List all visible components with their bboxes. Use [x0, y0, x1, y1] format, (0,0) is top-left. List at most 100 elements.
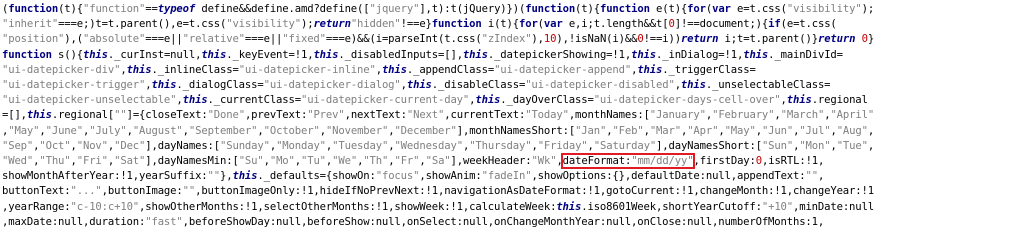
code-token: ],dayNames:[	[145, 139, 221, 152]
code-string: "relative"	[182, 33, 245, 46]
code-token: ._currentClass=	[207, 94, 302, 107]
code-string: "Fr"	[394, 155, 420, 167]
code-string: ""	[207, 170, 221, 183]
code-token: ,maxDate:null,duration:	[2, 215, 146, 228]
code-line: ,yearRange:"c-10:c+10",showOtherMonths:!…	[2, 200, 874, 215]
code-keyword: if	[768, 18, 781, 31]
code-token: ._curInst=null,	[107, 48, 202, 61]
code-string: "Thu"	[39, 155, 71, 167]
code-string: "ui-datepicker-inline"	[238, 63, 376, 76]
code-string: "Th"	[363, 155, 389, 167]
code-token: (t){	[575, 3, 600, 15]
code-token: buttonText:	[2, 185, 71, 198]
code-string: "Sun"	[761, 139, 794, 152]
code-string: "Wed"	[2, 155, 34, 167]
code-keyword: this	[786, 94, 812, 107]
code-token: ,showAnim:	[419, 170, 482, 183]
code-token: ,buttonImageOnly:!1,hideIfNoPrevNext:!1,…	[195, 185, 874, 198]
code-token: ,beforeShowDay:null,beforeShow:null,onSe…	[182, 215, 825, 228]
code-keyword: this	[313, 48, 339, 61]
code-keyword: this	[381, 63, 407, 76]
code-string: "focus"	[375, 170, 420, 183]
code-string: "ui-datepicker-append"	[494, 63, 632, 76]
code-token: ,	[817, 170, 825, 183]
code-token: ,	[867, 124, 875, 137]
code-string: ""	[805, 170, 818, 183]
code-string: "Jul"	[799, 124, 831, 137]
code-string: "Today"	[525, 109, 569, 122]
code-string: "c-10:c+10"	[70, 200, 140, 213]
code-string: "fast"	[145, 215, 183, 228]
code-token: ,currentText:	[444, 109, 526, 122]
code-keyword: this	[232, 170, 258, 183]
code-token: ==	[145, 3, 158, 15]
code-token: ),	[531, 33, 544, 46]
code-string: "Apr"	[687, 124, 719, 137]
code-token: ]!==document;){	[674, 18, 769, 31]
code-keyword: this	[743, 48, 769, 61]
code-keyword: typeof	[157, 3, 196, 15]
code-keyword: for	[518, 18, 538, 31]
code-keyword: this	[637, 63, 663, 76]
code-token: ._inlineClass=	[151, 63, 239, 76]
code-string: "We"	[332, 155, 358, 167]
code-string: "Wednesday"	[394, 139, 463, 152]
code-token: ,nextText:	[344, 109, 407, 122]
code-keyword: this	[631, 48, 657, 61]
code-token: ],weekHeader:	[450, 155, 532, 167]
code-string: "October"	[263, 124, 320, 137]
code-token: ),!isNaN(i)&&	[556, 33, 638, 46]
code-string: ""	[114, 109, 127, 122]
code-token: ._inDialog=!1,	[656, 48, 744, 61]
code-string: "Feb"	[612, 124, 644, 137]
code-string: "ui-datepicker-trigger"	[2, 79, 146, 91]
code-string: "position"	[2, 33, 65, 46]
code-string: "January"	[649, 109, 706, 122]
code-keyword: for	[687, 3, 706, 15]
code-line: "position"),("absolute"===e||"relative"=…	[2, 32, 874, 47]
code-string: "Sa"	[425, 155, 451, 167]
code-keyword: var	[543, 18, 563, 31]
code-string: "Tuesday"	[332, 139, 389, 152]
code-string: "Su"	[238, 155, 264, 167]
code-token: !==i))	[643, 33, 682, 46]
code-token: (e=t.css(	[780, 18, 837, 31]
code-string: "mm/dd/yy"	[631, 155, 694, 167]
code-token: },	[220, 170, 233, 183]
code-keyword: this	[151, 79, 177, 91]
code-keyword: this	[462, 48, 488, 61]
code-token: ],monthNamesShort:[	[456, 124, 576, 137]
code-token: ._triggerClass=	[662, 63, 756, 76]
code-token: =[],	[2, 109, 27, 122]
code-token: ._disableClass=	[431, 79, 526, 91]
code-string: "May"	[724, 124, 756, 137]
code-string: "visibility"	[786, 3, 862, 15]
code-string: "Oct"	[39, 139, 71, 152]
code-string: "ui-datepicker-current-day"	[300, 94, 470, 107]
code-string: "July"	[89, 124, 127, 137]
code-token: }	[867, 33, 875, 46]
code-string: "Wk"	[531, 155, 557, 167]
code-string: "zIndex"	[481, 33, 532, 46]
code-line: (function(t){"function"==typeof define&&…	[2, 2, 874, 17]
code-keyword: this	[126, 63, 152, 76]
code-string: "inherit"	[2, 18, 59, 31]
code-token: ]={closeText:	[126, 109, 208, 122]
code-string: "Mar"	[649, 124, 681, 137]
code-line: "inherit"===e;)t=t.parent(),e=t.css("vis…	[2, 17, 837, 32]
code-string: "ui-datepicker-disabled"	[525, 79, 675, 91]
code-string: "ui-datepicker-unselectable"	[2, 94, 177, 107]
code-string: "May"	[8, 124, 40, 137]
code-string: "Done"	[207, 109, 246, 122]
code-token: ,yearRange:	[2, 200, 71, 213]
code-viewer[interactable]: (function(t){"function"==typeof define&&…	[0, 0, 1024, 244]
code-token: ,prevText:	[244, 109, 308, 122]
code-keyword: return	[313, 18, 351, 31]
code-string: "June"	[45, 124, 84, 137]
code-string: ""	[182, 185, 196, 198]
code-token: ._keyEvent=!1,	[226, 48, 314, 61]
code-string: "fadeIn"	[481, 170, 532, 183]
code-string: "..."	[70, 185, 102, 198]
code-string: "December"	[394, 124, 457, 137]
code-token: ],dayNamesMin:[	[145, 155, 239, 167]
